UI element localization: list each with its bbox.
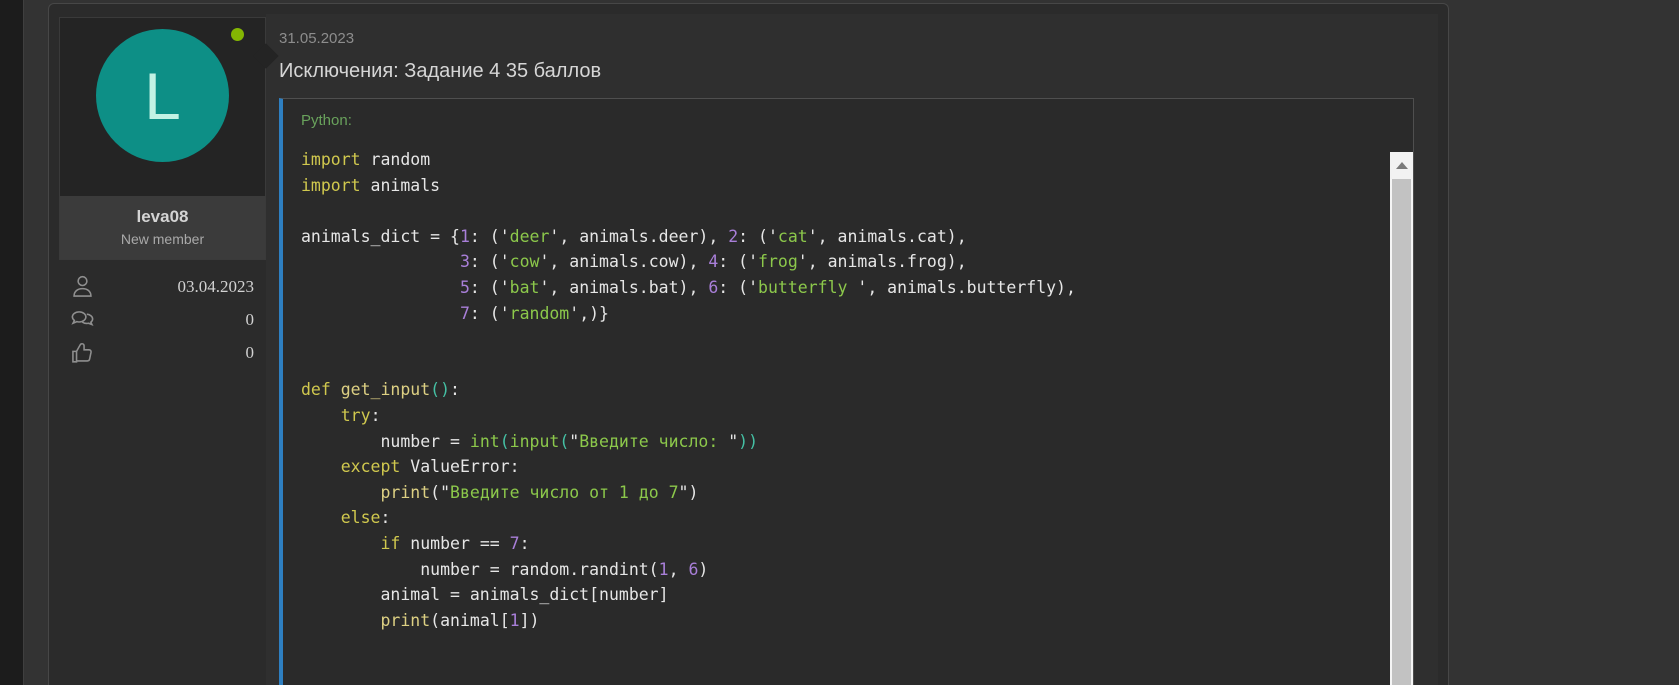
post-title: Исключения: Задание 4 35 баллов	[279, 60, 1414, 83]
avatar[interactable]: L	[96, 29, 229, 162]
code-line: except ValueError:	[301, 454, 1383, 480]
user-stats: 03.04.2023 0	[59, 270, 266, 369]
code-line: animals_dict = {1: ('deer', animals.deer…	[301, 224, 1383, 250]
code-line: try:	[301, 403, 1383, 429]
messages-count: 0	[96, 310, 254, 330]
forum-page: L leva08 New member 03.04.2023	[23, 0, 1679, 685]
stat-row-likes: 0	[59, 336, 266, 369]
scrollbar-up-button[interactable]	[1390, 152, 1413, 179]
avatar-box: L	[59, 17, 266, 196]
likes-icon	[69, 339, 96, 366]
code-lines: import randomimport animals animals_dict…	[283, 139, 1413, 633]
user-title: New member	[64, 231, 261, 247]
code-line: import random	[301, 147, 1383, 173]
code-line: else:	[301, 505, 1383, 531]
code-line: print("Введите число от 1 до 7")	[301, 480, 1383, 506]
messages-icon	[69, 306, 96, 333]
code-line	[301, 198, 1383, 224]
code-line: print(animal[1])	[301, 608, 1383, 634]
arrow-up-icon	[1396, 162, 1408, 169]
code-line: if number == 7:	[301, 531, 1383, 557]
stat-row-joined: 03.04.2023	[59, 270, 266, 303]
code-line: animal = animals_dict[number]	[301, 582, 1383, 608]
code-line: import animals	[301, 173, 1383, 199]
code-line: def get_input():	[301, 377, 1383, 403]
post-body-cell: 31.05.2023 Исключения: Задание 4 35 балл…	[266, 14, 1438, 685]
user-icon	[69, 273, 96, 300]
online-indicator-icon	[231, 28, 244, 41]
code-scrollbar[interactable]	[1390, 152, 1413, 685]
post-date[interactable]: 31.05.2023	[279, 30, 1414, 47]
code-line: number = random.randint(1, 6)	[301, 557, 1383, 583]
joined-date: 03.04.2023	[96, 277, 254, 297]
code-line	[301, 326, 1383, 352]
stat-row-messages: 0	[59, 303, 266, 336]
forum-post: L leva08 New member 03.04.2023	[48, 3, 1449, 685]
code-line: number = int(input("Введите число: "))	[301, 429, 1383, 455]
likes-count: 0	[96, 343, 254, 363]
code-block: Python: import randomimport animals anim…	[279, 98, 1414, 685]
code-line: 7: ('random',)}	[301, 301, 1383, 327]
user-info-strip: leva08 New member	[59, 196, 266, 260]
post-user-cell: L leva08 New member 03.04.2023	[59, 14, 266, 685]
username-link[interactable]: leva08	[64, 207, 261, 227]
code-language-label: Python:	[283, 99, 1413, 139]
code-line	[301, 352, 1383, 378]
scrollbar-thumb[interactable]	[1392, 179, 1411, 685]
avatar-letter: L	[144, 63, 181, 129]
code-line: 3: ('cow', animals.cow), 4: ('frog', ani…	[301, 249, 1383, 275]
code-line: 5: ('bat', animals.bat), 6: ('butterfly …	[301, 275, 1383, 301]
